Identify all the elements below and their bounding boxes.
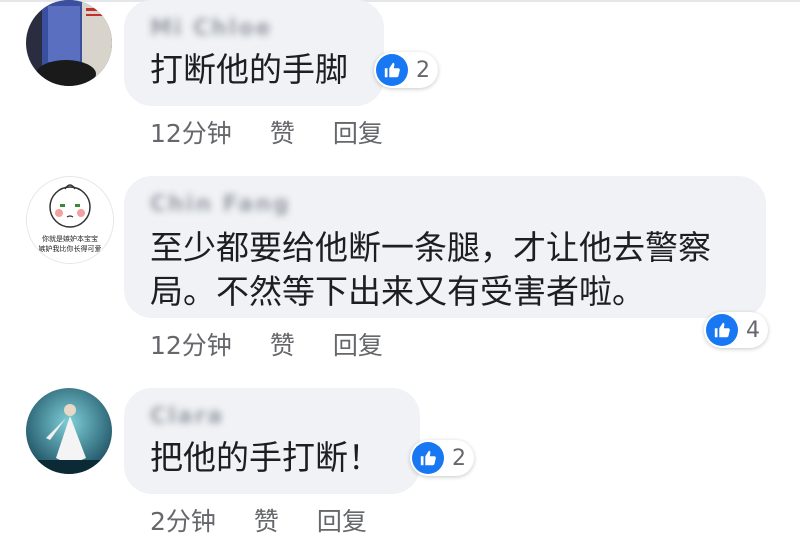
comment-time[interactable]: 2分钟 (150, 502, 216, 538)
reply-link[interactable]: 回复 (333, 326, 383, 362)
comment-text-line2: 局。不然等下出来又有受害者啦。 (150, 272, 645, 311)
thumbs-up-icon (706, 314, 738, 346)
avatar-2[interactable]: 你就是嫉妒本宝宝 嫉妒我比你长得可爱 (26, 176, 114, 264)
reaction-count: 4 (746, 317, 760, 343)
comment-author[interactable]: Clara (150, 404, 224, 429)
thumbs-up-icon (376, 54, 408, 86)
comment-meta-3: 2分钟 赞 回复 (150, 502, 405, 538)
thumbs-up-icon (412, 442, 444, 474)
avatar-3[interactable] (26, 388, 112, 474)
like-link[interactable]: 赞 (254, 502, 279, 538)
avatar-1[interactable] (26, 0, 112, 86)
reaction-badge-2[interactable]: 4 (704, 312, 768, 348)
reply-link[interactable]: 回复 (333, 114, 383, 150)
like-link[interactable]: 赞 (270, 114, 295, 150)
comment-bubble-2: Chin Fang 至少都要给他断一条腿，才让他去警察 局。不然等下出来又有受害… (124, 176, 766, 318)
avatar-2-image: 你就是嫉妒本宝宝 嫉妒我比你长得可爱 (27, 177, 113, 263)
comment-author[interactable]: Chin Fang (150, 192, 291, 217)
comment-bubble-1: Mi Chloe 打断他的手脚 (124, 0, 384, 106)
comment-text: 打断他的手脚 (150, 50, 348, 89)
avatar-caption-line2: 嫉妒我比你长得可爱 (39, 244, 102, 253)
reaction-count: 2 (416, 57, 430, 83)
comment-bubble-3: Clara 把他的手打断！ (124, 388, 420, 494)
comment-author[interactable]: Mi Chloe (150, 16, 272, 41)
comment-text: 把他的手打断！ (150, 438, 381, 477)
reaction-badge-1[interactable]: 2 (374, 52, 438, 88)
comment-meta-2: 12分钟 赞 回复 (150, 326, 421, 362)
top-divider (0, 0, 800, 2)
reaction-count: 2 (452, 445, 466, 471)
reply-link[interactable]: 回复 (317, 502, 367, 538)
like-link[interactable]: 赞 (270, 326, 295, 362)
comment-meta-1: 12分钟 赞 回复 (150, 114, 421, 150)
comment-time[interactable]: 12分钟 (150, 114, 232, 150)
comment-text-line1: 至少都要给他断一条腿，才让他去警察 (150, 228, 711, 267)
avatar-caption-line1: 你就是嫉妒本宝宝 (42, 234, 98, 243)
reaction-badge-3[interactable]: 2 (410, 440, 474, 476)
avatar-3-image (26, 388, 112, 474)
comment-time[interactable]: 12分钟 (150, 326, 232, 362)
avatar-1-image (26, 0, 112, 86)
